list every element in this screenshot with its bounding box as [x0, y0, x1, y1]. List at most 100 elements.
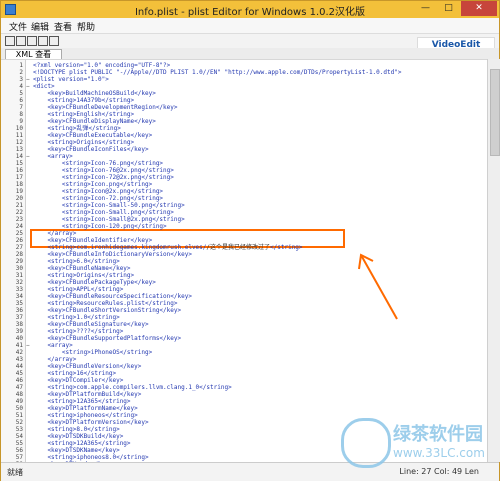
- line-number: 36: [15, 307, 23, 314]
- code-text: <dict>: [33, 83, 55, 90]
- code-main: <key>DTSDKBuild</key>: [33, 433, 124, 440]
- line-number: 8: [19, 111, 23, 118]
- fold-toggle-icon[interactable]: −: [26, 153, 31, 160]
- fold-toggle-icon[interactable]: −: [26, 83, 31, 90]
- fold-toggle-icon[interactable]: −: [26, 342, 31, 349]
- code-text: <key>CFBundleIconFiles</key>: [33, 146, 148, 153]
- code-main: <string>1.0</string>: [33, 314, 120, 321]
- code-text: <string>12A365</string>: [33, 440, 131, 447]
- code-line: 41− <array>: [1, 342, 487, 349]
- code-main: <string>English</string>: [33, 111, 135, 118]
- title-bar: Info.plist - plist Editor for Windows 1.…: [1, 1, 499, 18]
- code-main: <array>: [33, 153, 73, 160]
- line-number: 16: [15, 167, 23, 174]
- line-number: 7: [19, 104, 23, 111]
- code-text: <string>Icon-76.png</string>: [33, 160, 163, 167]
- code-text: <key>CFBundleSignature</key>: [33, 321, 148, 328]
- open-file-icon[interactable]: [16, 36, 26, 46]
- new-file-icon[interactable]: [5, 36, 15, 46]
- code-line: 30 <key>CFBundleName</key>: [1, 265, 487, 272]
- code-line: 21 <string>Icon-Small-50.png</string>: [1, 202, 487, 209]
- code-line: 25 </array>: [1, 230, 487, 237]
- line-number: 49: [15, 398, 23, 405]
- code-main: <string>Origins</string>: [33, 139, 135, 146]
- maximize-button[interactable]: □: [438, 1, 459, 16]
- code-main: <string>Icon-76@2x.png</string>: [33, 167, 174, 174]
- code-main: <key>DTSDKName</key>: [33, 447, 120, 454]
- code-text: <string>16</string>: [33, 370, 116, 377]
- fold-toggle-icon[interactable]: −: [26, 76, 31, 83]
- code-line: 39 <string>????</string>: [1, 328, 487, 335]
- menu-view[interactable]: 查看: [54, 20, 72, 33]
- code-main: <key>CFBundleIdentifier</key>: [33, 237, 153, 244]
- code-main: <key>CFBundleInfoDictionaryVersion</key>: [33, 251, 192, 258]
- code-text: <key>DTPlatformVersion</key>: [33, 419, 148, 426]
- line-number: 48: [15, 391, 23, 398]
- watermark-url: www.33LC.com: [393, 446, 485, 460]
- code-text: <string>com.apple.compilers.llvm.clang.1…: [33, 384, 232, 391]
- code-line: 13 <key>CFBundleIconFiles</key>: [1, 146, 487, 153]
- close-button[interactable]: ✕: [461, 1, 497, 16]
- help-icon[interactable]: [49, 36, 59, 46]
- watermark-text: 绿茶软件园: [393, 424, 483, 445]
- xml-editor[interactable]: 1 <?xml version="1.0" encoding="UTF-8"?> 2…: [1, 59, 487, 463]
- bold-icon[interactable]: [38, 36, 48, 46]
- line-number: 30: [15, 265, 23, 272]
- menu-file[interactable]: 文件: [9, 20, 27, 33]
- minimize-button[interactable]: —: [415, 1, 436, 16]
- line-number: 34: [15, 293, 23, 300]
- scroll-thumb[interactable]: [490, 69, 500, 156]
- code-line: 16 <string>Icon-76@2x.png</string>: [1, 167, 487, 174]
- menu-edit[interactable]: 编辑: [31, 20, 49, 33]
- line-number: 46: [15, 377, 23, 384]
- save-icon[interactable]: [27, 36, 37, 46]
- watermark-logo: [341, 418, 391, 468]
- code-main: <string>8.0</string>: [33, 426, 120, 433]
- code-text: <string>iphoneos</string>: [33, 412, 137, 419]
- code-line: 6 <string>14A379b</string>: [1, 97, 487, 104]
- code-text: <string>Icon@2x.png</string>: [33, 188, 163, 195]
- code-text: <array>: [33, 153, 73, 160]
- line-number: 51: [15, 412, 23, 419]
- code-text: <string>1.0</string>: [33, 314, 120, 321]
- code-main: <string>乱弹</string>: [33, 125, 121, 132]
- code-text: <key>CFBundleResourceSpecification</key>: [33, 293, 192, 300]
- line-number: 56: [15, 447, 23, 454]
- code-main: <string>Icon-Small.png</string>: [33, 209, 174, 216]
- code-main: <string>com.ironhidegames.kingdomrush.el…: [33, 244, 207, 251]
- code-main: <key>CFBundleExecutable</key>: [33, 132, 153, 139]
- line-number: 19: [15, 188, 23, 195]
- line-number: 9: [19, 118, 23, 125]
- code-main: <string>com.apple.compilers.llvm.clang.1…: [33, 384, 232, 391]
- code-line: 24 <string>Icon-120.png</string>: [1, 223, 487, 230]
- code-text: <string>乱弹</string>: [33, 125, 121, 132]
- code-text: <key>CFBundleName</key>: [33, 265, 131, 272]
- code-text: </array>: [33, 230, 76, 237]
- line-number: 2: [19, 69, 23, 76]
- vertical-scrollbar[interactable]: [487, 59, 500, 462]
- code-line: 48 <key>DTPlatformBuild</key>: [1, 391, 487, 398]
- line-number: 31: [15, 272, 23, 279]
- code-text: <string>Icon-120.png</string>: [33, 223, 167, 230]
- code-text: <string>Icon-Small.png</string>: [33, 209, 174, 216]
- code-main: <key>BuildMachineOSBuild</key>: [33, 90, 156, 97]
- code-line: 1 <?xml version="1.0" encoding="UTF-8"?>: [1, 62, 487, 69]
- code-line: 10 <string>乱弹</string>: [1, 125, 487, 132]
- code-main: <string>16</string>: [33, 370, 117, 377]
- code-main: <string>ResourceRules.plist</string>: [33, 300, 178, 307]
- line-number: 52: [15, 419, 23, 426]
- code-text: <key>DTSDKBuild</key>: [33, 433, 123, 440]
- code-text: <key>DTSDKName</key>: [33, 447, 120, 454]
- code-main: <key>CFBundleName</key>: [33, 265, 131, 272]
- code-line: 12 <string>Origins</string>: [1, 139, 487, 146]
- code-text: <string>Origins</string>: [33, 139, 134, 146]
- code-main: <array>: [33, 342, 73, 349]
- line-number: 26: [15, 237, 23, 244]
- line-number: 37: [15, 314, 23, 321]
- code-main: <string>Icon-72@2x.png</string>: [33, 174, 174, 181]
- code-text: <string>iphoneos8.0</string>: [33, 454, 148, 461]
- code-main: <string>Icon-Small@2x.png</string>: [33, 216, 185, 223]
- line-number: 29: [15, 258, 23, 265]
- menu-help[interactable]: 帮助: [77, 20, 95, 33]
- code-main: <string>12A365</string>: [33, 440, 131, 447]
